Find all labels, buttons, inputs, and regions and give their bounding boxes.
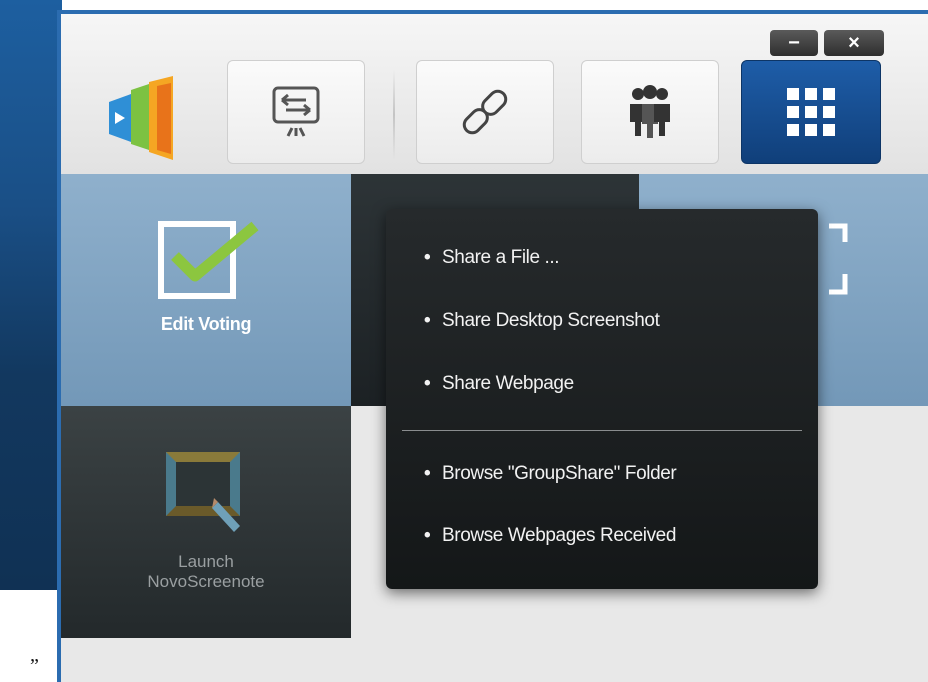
link-button[interactable] <box>416 60 554 164</box>
share-popup-menu: • Share a File ... • Share Desktop Screens… <box>386 209 818 589</box>
apps-grid-button[interactable] <box>741 60 881 164</box>
stray-quote-text: ” <box>30 655 39 677</box>
menu-item-share-file[interactable]: • Share a File ... <box>424 247 560 269</box>
fullscreen-bracket-icon <box>829 223 848 295</box>
bullet-icon: • <box>424 463 431 484</box>
group-button[interactable] <box>581 60 719 164</box>
menu-item-label: Browse Webpages Received <box>442 525 677 546</box>
menu-item-label: Share Desktop Screenshot <box>442 310 660 331</box>
screen-switch-button[interactable] <box>227 60 365 164</box>
apps-grid-icon <box>787 88 835 136</box>
bullet-icon: • <box>424 373 431 394</box>
desktop-background <box>0 0 62 682</box>
edit-voting-tile[interactable]: Edit Voting <box>61 174 351 406</box>
bullet-icon: • <box>424 310 431 331</box>
menu-item-label: Share Webpage <box>442 373 574 394</box>
minimize-button[interactable]: − <box>770 30 818 56</box>
menu-separator <box>402 430 802 431</box>
edit-voting-label: Edit Voting <box>160 314 252 334</box>
launch-novoscreenote-label: Launch NovoScreenote <box>147 552 265 591</box>
app-logo-icon <box>109 76 173 160</box>
menu-item-browse-webpages-received[interactable]: • Browse Webpages Received <box>424 525 676 547</box>
group-icon <box>630 85 670 138</box>
close-icon: × <box>848 31 860 54</box>
toolbar: − × <box>61 14 928 175</box>
bullet-icon: • <box>424 247 431 268</box>
toolbar-separator <box>393 70 395 160</box>
menu-item-browse-groupshare-folder[interactable]: • Browse "GroupShare" Folder <box>424 463 677 485</box>
link-icon <box>462 89 508 135</box>
bullet-icon: • <box>424 525 431 546</box>
launch-novoscreenote-tile[interactable]: Launch NovoScreenote <box>61 406 351 638</box>
menu-item-share-desktop-screenshot[interactable]: • Share Desktop Screenshot <box>424 310 660 332</box>
close-button[interactable]: × <box>824 30 884 56</box>
screen-switch-icon <box>272 86 320 137</box>
minimize-icon: − <box>788 31 800 54</box>
menu-item-label: Browse "GroupShare" Folder <box>442 463 677 484</box>
screenote-icon <box>166 452 240 532</box>
checkbox-check-icon <box>158 221 259 299</box>
menu-item-label: Share a File ... <box>442 247 560 268</box>
menu-item-share-webpage[interactable]: • Share Webpage <box>424 373 574 395</box>
